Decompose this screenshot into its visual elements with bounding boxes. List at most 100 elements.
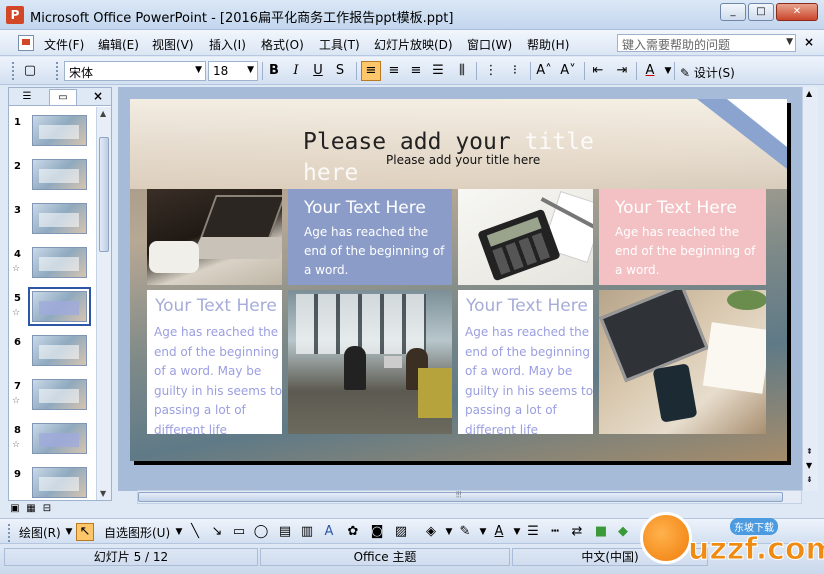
scroll-thumb[interactable] [99, 137, 109, 252]
italic-button[interactable]: I [286, 61, 306, 81]
numbered-list-icon[interactable]: ⋮ [481, 61, 501, 81]
slide-thumbnail[interactable] [32, 335, 87, 366]
shadow-button[interactable]: S [330, 61, 350, 81]
maximize-button[interactable]: □ [748, 3, 774, 21]
slide-thumbnail-row[interactable]: 3 [9, 203, 97, 243]
align-left-icon[interactable]: ≡ [361, 61, 381, 81]
toolbar-grip[interactable] [8, 524, 11, 542]
align-right-icon[interactable]: ≡ [406, 61, 426, 81]
autoshape-menu-button[interactable]: 自选图形(U) [104, 524, 170, 541]
scroll-up-icon[interactable]: ▲ [806, 89, 812, 98]
slide-thumbnail-row[interactable]: 1 [9, 115, 97, 155]
slide-thumbnail[interactable] [32, 159, 87, 190]
menu-help[interactable]: 帮助(H) [527, 36, 569, 53]
chevron-down-icon[interactable]: ▼ [658, 61, 678, 81]
font-color-button[interactable]: A [640, 61, 660, 81]
current-slide[interactable]: Please add your title here Please add yo… [130, 99, 787, 461]
scroll-up-icon[interactable]: ▲ [100, 109, 106, 118]
help-search-input[interactable]: 键入需要帮助的问题 ▼ [617, 34, 796, 52]
document-icon[interactable] [18, 35, 34, 51]
decrease-indent-icon[interactable]: ⇤ [588, 61, 608, 81]
font-name-select[interactable]: 宋体 ▼ [64, 61, 206, 81]
scroll-down-icon[interactable]: ▼ [100, 489, 106, 498]
slide-subtitle[interactable]: Please add your title here [386, 153, 540, 167]
slides-tab-icon[interactable]: ▭ [49, 89, 77, 105]
slide-thumbnail-row[interactable]: 7 ☆ [9, 379, 97, 419]
slide-thumbnail-row[interactable]: 5 ☆ [9, 287, 97, 331]
text-card-white[interactable]: Your Text Here Age has reached the end o… [458, 290, 593, 434]
font-color-icon[interactable]: A [490, 523, 508, 541]
toolbar-grip[interactable] [56, 62, 59, 80]
underline-button[interactable]: U [308, 61, 328, 81]
wordart-icon[interactable]: A [320, 523, 338, 541]
slide-thumbnail[interactable] [32, 423, 87, 454]
bold-button[interactable]: B [264, 61, 284, 81]
design-button[interactable]: ✎ 设计(S) [680, 64, 735, 81]
menu-edit[interactable]: 编辑(E) [98, 36, 139, 53]
text-card-white[interactable]: Your Text Here Age has reached the end o… [147, 290, 282, 434]
close-panel-button[interactable]: × [93, 89, 103, 103]
slide-thumbnail[interactable] [32, 203, 87, 234]
close-document-button[interactable]: × [804, 35, 814, 49]
diagram-icon[interactable]: ✿ [344, 523, 362, 541]
slide-thumbnail[interactable] [32, 379, 87, 410]
menu-slideshow[interactable]: 幻灯片放映(D) [374, 36, 453, 53]
increase-indent-icon[interactable]: ⇥ [612, 61, 632, 81]
chevron-down-icon[interactable]: ▼ [786, 37, 793, 47]
minimize-button[interactable]: _ [720, 3, 746, 21]
menu-insert[interactable]: 插入(I) [209, 36, 246, 53]
slide-thumbnail-row[interactable]: 4 ☆ [9, 247, 97, 287]
oval-tool-icon[interactable]: ◯ [252, 523, 270, 541]
text-card-blue[interactable]: Your Text Here Age has reached the end o… [288, 189, 452, 285]
3d-style-icon[interactable]: ◆ [614, 523, 632, 541]
arrow-style-icon[interactable]: ⇄ [568, 523, 586, 541]
textbox-tool-icon[interactable]: ▤ [276, 523, 294, 541]
menu-window[interactable]: 窗口(W) [467, 36, 512, 53]
draw-menu-button[interactable]: 绘图(R) [19, 524, 61, 541]
column-icon[interactable]: ⫼ [452, 61, 472, 81]
close-window-button[interactable]: ✕ [776, 3, 818, 21]
vertical-textbox-icon[interactable]: ▥ [298, 523, 316, 541]
slide-thumbnail[interactable] [32, 467, 87, 498]
slide-thumbnail-row[interactable]: 9 [9, 467, 97, 507]
slide-horizontal-scrollbar[interactable]: ⦙⦙⦙ [137, 490, 802, 504]
rectangle-tool-icon[interactable]: ▭ [230, 523, 248, 541]
slide-thumbnail[interactable] [32, 115, 87, 146]
slide-thumbnail[interactable] [32, 247, 87, 278]
text-card-pink[interactable]: Your Text Here Age has reached the end o… [599, 189, 766, 285]
shadow-style-icon[interactable]: ■ [592, 523, 610, 541]
next-slide-icon[interactable]: ⇟ [806, 475, 813, 484]
slide-thumbnail-row[interactable]: 2 [9, 159, 97, 199]
line-color-icon[interactable]: ✎ [456, 523, 474, 541]
chevron-down-icon[interactable]: ▼ [195, 65, 202, 75]
panel-scrollbar[interactable]: ▲ ▼ [96, 107, 111, 500]
menu-file[interactable]: 文件(F) [44, 36, 84, 53]
distribute-icon[interactable]: ☰ [428, 61, 448, 81]
slide-thumbnail-row[interactable]: 8 ☆ [9, 423, 97, 463]
bulleted-list-icon[interactable]: ⁝ [505, 61, 525, 81]
slide-vertical-scrollbar[interactable]: ▲ ⇞ ▼ ⇟ [802, 87, 818, 491]
decrease-font-icon[interactable]: A˅ [558, 61, 578, 81]
menu-format[interactable]: 格式(O) [261, 36, 304, 53]
menu-view[interactable]: 视图(V) [152, 36, 194, 53]
line-style-icon[interactable]: ☰ [524, 523, 542, 541]
clipart-icon[interactable]: ◙ [368, 523, 386, 541]
chevron-down-icon[interactable]: ▼ [806, 461, 812, 470]
previous-slide-icon[interactable]: ⇞ [806, 447, 813, 456]
menu-tools[interactable]: 工具(T) [319, 36, 360, 53]
outline-tab-icon[interactable]: ☰ [13, 89, 41, 105]
slide-sorter-view-icon[interactable]: ▦ [24, 502, 38, 516]
dash-style-icon[interactable]: ┅ [546, 523, 564, 541]
slideshow-view-icon[interactable]: ⊟ [40, 502, 54, 516]
normal-view-icon[interactable]: ▣ [8, 502, 22, 516]
line-tool-icon[interactable]: ╲ [186, 523, 204, 541]
toolbar-grip[interactable] [12, 62, 15, 80]
slide-thumbnail[interactable] [28, 287, 91, 326]
new-slide-icon[interactable]: ▢ [20, 61, 40, 81]
font-size-select[interactable]: 18 ▼ [208, 61, 258, 81]
select-pointer-icon[interactable]: ↖ [76, 523, 94, 541]
slide-thumbnail-row[interactable]: 6 [9, 335, 97, 375]
increase-font-icon[interactable]: A˄ [534, 61, 554, 81]
arrow-tool-icon[interactable]: ↘ [208, 523, 226, 541]
fill-color-icon[interactable]: ◈ [422, 523, 440, 541]
